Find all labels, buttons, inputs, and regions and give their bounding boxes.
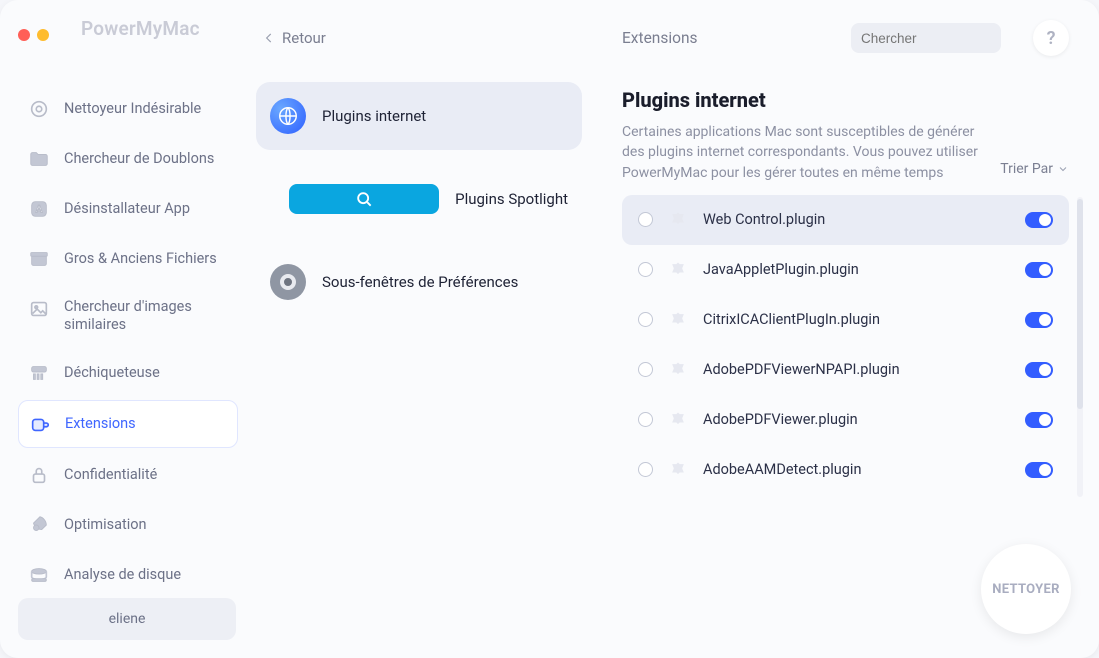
sidebar-item-label: Confidentialité bbox=[64, 466, 157, 484]
minimize-window-button[interactable] bbox=[37, 29, 49, 41]
app-title: PowerMyMac bbox=[81, 17, 200, 40]
plugin-row[interactable]: CitrixICAClientPlugIn.plugin bbox=[622, 295, 1069, 345]
sidebar-item-label: Gros & Anciens Fichiers bbox=[64, 250, 217, 268]
enable-toggle[interactable] bbox=[1025, 362, 1053, 378]
plugin-row[interactable]: Web Control.plugin bbox=[622, 195, 1069, 245]
plugin-icon bbox=[667, 359, 689, 381]
page-title: Plugins internet bbox=[622, 88, 1069, 112]
target-icon bbox=[28, 98, 50, 120]
lock-icon bbox=[28, 464, 50, 486]
plugin-row[interactable]: AdobePDFViewerNPAPI.plugin bbox=[622, 345, 1069, 395]
sidebar-item-label: Chercheur d'images similaires bbox=[64, 298, 228, 334]
category-label: Plugins Spotlight bbox=[455, 190, 568, 208]
plugin-row[interactable]: AdobeAAMDetect.plugin bbox=[622, 445, 1069, 495]
chevron-left-icon bbox=[262, 31, 276, 45]
clean-button[interactable]: NETTOYER bbox=[981, 544, 1071, 634]
category-preference-panes[interactable]: Sous-fenêtres de Préférences bbox=[256, 248, 582, 316]
category-list: Plugins internet Plugins Spotlight Sous-… bbox=[256, 82, 582, 316]
plugin-name: Web Control.plugin bbox=[703, 211, 825, 228]
sidebar-item-label: Désinstallateur App bbox=[64, 200, 190, 218]
sidebar-item-duplicate-finder[interactable]: Chercheur de Doublons bbox=[18, 136, 238, 182]
window-controls bbox=[18, 29, 49, 41]
sidebar-item-app-uninstaller[interactable]: A Désinstallateur App bbox=[18, 186, 238, 232]
category-panel: Retour Plugins internet Plugins Spotligh… bbox=[248, 0, 604, 658]
enable-toggle[interactable] bbox=[1025, 412, 1053, 428]
sort-dropdown[interactable]: Trier Par bbox=[1000, 161, 1069, 177]
enable-toggle[interactable] bbox=[1025, 262, 1053, 278]
extension-icon bbox=[29, 413, 51, 435]
search-input[interactable] bbox=[861, 31, 1038, 46]
image-icon bbox=[28, 298, 50, 320]
user-account-button[interactable]: eliene bbox=[18, 598, 236, 640]
enable-toggle[interactable] bbox=[1025, 212, 1053, 228]
sidebar-item-label: Déchiqueteuse bbox=[64, 364, 160, 382]
close-window-button[interactable] bbox=[18, 29, 30, 41]
select-checkbox[interactable] bbox=[638, 312, 653, 327]
select-checkbox[interactable] bbox=[638, 462, 653, 477]
help-button[interactable]: ? bbox=[1033, 20, 1069, 56]
back-button[interactable]: Retour bbox=[256, 18, 582, 58]
app-window: PowerMyMac Nettoyeur Indésirable Cherche… bbox=[0, 0, 1099, 658]
section-title: Extensions bbox=[622, 29, 698, 47]
plugin-name: AdobePDFViewer.plugin bbox=[703, 411, 858, 428]
sidebar-item-similar-images[interactable]: Chercheur d'images similaires bbox=[18, 286, 238, 346]
sidebar-item-optimization[interactable]: Optimisation bbox=[18, 502, 238, 548]
preferences-icon bbox=[270, 264, 306, 300]
box-icon bbox=[28, 248, 50, 270]
main-panel: Extensions ? Plugins internet Certaines … bbox=[604, 0, 1099, 658]
user-name: eliene bbox=[109, 611, 146, 627]
sidebar-item-label: Chercheur de Doublons bbox=[64, 150, 214, 168]
clean-button-label: NETTOYER bbox=[992, 582, 1059, 597]
plugin-name: AdobePDFViewerNPAPI.plugin bbox=[703, 361, 900, 378]
select-checkbox[interactable] bbox=[638, 262, 653, 277]
select-checkbox[interactable] bbox=[638, 362, 653, 377]
enable-toggle[interactable] bbox=[1025, 312, 1053, 328]
chevron-down-icon bbox=[1057, 163, 1069, 175]
sidebar: PowerMyMac Nettoyeur Indésirable Cherche… bbox=[0, 0, 248, 658]
rocket-icon bbox=[28, 514, 50, 536]
globe-icon bbox=[270, 98, 306, 134]
app-icon: A bbox=[28, 198, 50, 220]
plugin-list: Web Control.plugin JavaAppletPlugin.plug… bbox=[622, 195, 1069, 495]
scrollbar-thumb[interactable] bbox=[1077, 199, 1083, 409]
back-label: Retour bbox=[282, 29, 326, 47]
disk-icon bbox=[28, 564, 50, 586]
plugin-name: CitrixICAClientPlugIn.plugin bbox=[703, 311, 880, 328]
plugin-icon bbox=[667, 209, 689, 231]
sidebar-item-label: Optimisation bbox=[64, 516, 147, 534]
sidebar-item-privacy[interactable]: Confidentialité bbox=[18, 452, 238, 498]
svg-text:A: A bbox=[36, 205, 43, 216]
sidebar-item-large-old-files[interactable]: Gros & Anciens Fichiers bbox=[18, 236, 238, 282]
sidebar-item-label: Extensions bbox=[65, 415, 136, 433]
plugin-row[interactable]: AdobePDFViewer.plugin bbox=[622, 395, 1069, 445]
folder-icon bbox=[28, 148, 50, 170]
plugin-row[interactable]: JavaAppletPlugin.plugin bbox=[622, 245, 1069, 295]
plugin-icon bbox=[667, 409, 689, 431]
plugin-icon bbox=[667, 259, 689, 281]
plugin-name: JavaAppletPlugin.plugin bbox=[703, 261, 859, 278]
sidebar-item-extensions[interactable]: Extensions bbox=[18, 400, 238, 448]
sort-label: Trier Par bbox=[1000, 161, 1053, 177]
search-field[interactable] bbox=[851, 23, 1001, 53]
shredder-icon bbox=[28, 362, 50, 384]
select-checkbox[interactable] bbox=[638, 212, 653, 227]
plugin-icon bbox=[667, 459, 689, 481]
category-label: Plugins internet bbox=[322, 107, 426, 125]
sidebar-item-label: Nettoyeur Indésirable bbox=[64, 100, 201, 118]
category-label: Sous-fenêtres de Préférences bbox=[322, 273, 518, 291]
sidebar-list: Nettoyeur Indésirable Chercheur de Doubl… bbox=[18, 86, 238, 598]
sidebar-item-shredder[interactable]: Déchiqueteuse bbox=[18, 350, 238, 396]
scrollbar[interactable] bbox=[1077, 197, 1083, 497]
plugin-icon bbox=[667, 309, 689, 331]
sidebar-item-junk-cleaner[interactable]: Nettoyeur Indésirable bbox=[18, 86, 238, 132]
sidebar-item-disk-analysis[interactable]: Analyse de disque bbox=[18, 552, 238, 598]
select-checkbox[interactable] bbox=[638, 412, 653, 427]
main-header: Extensions ? bbox=[622, 18, 1069, 58]
search-icon bbox=[289, 184, 439, 214]
category-internet-plugins[interactable]: Plugins internet bbox=[256, 82, 582, 150]
category-spotlight-plugins[interactable]: Plugins Spotlight bbox=[256, 168, 582, 230]
plugin-name: AdobeAAMDetect.plugin bbox=[703, 461, 861, 478]
sidebar-item-label: Analyse de disque bbox=[64, 566, 181, 584]
enable-toggle[interactable] bbox=[1025, 462, 1053, 478]
